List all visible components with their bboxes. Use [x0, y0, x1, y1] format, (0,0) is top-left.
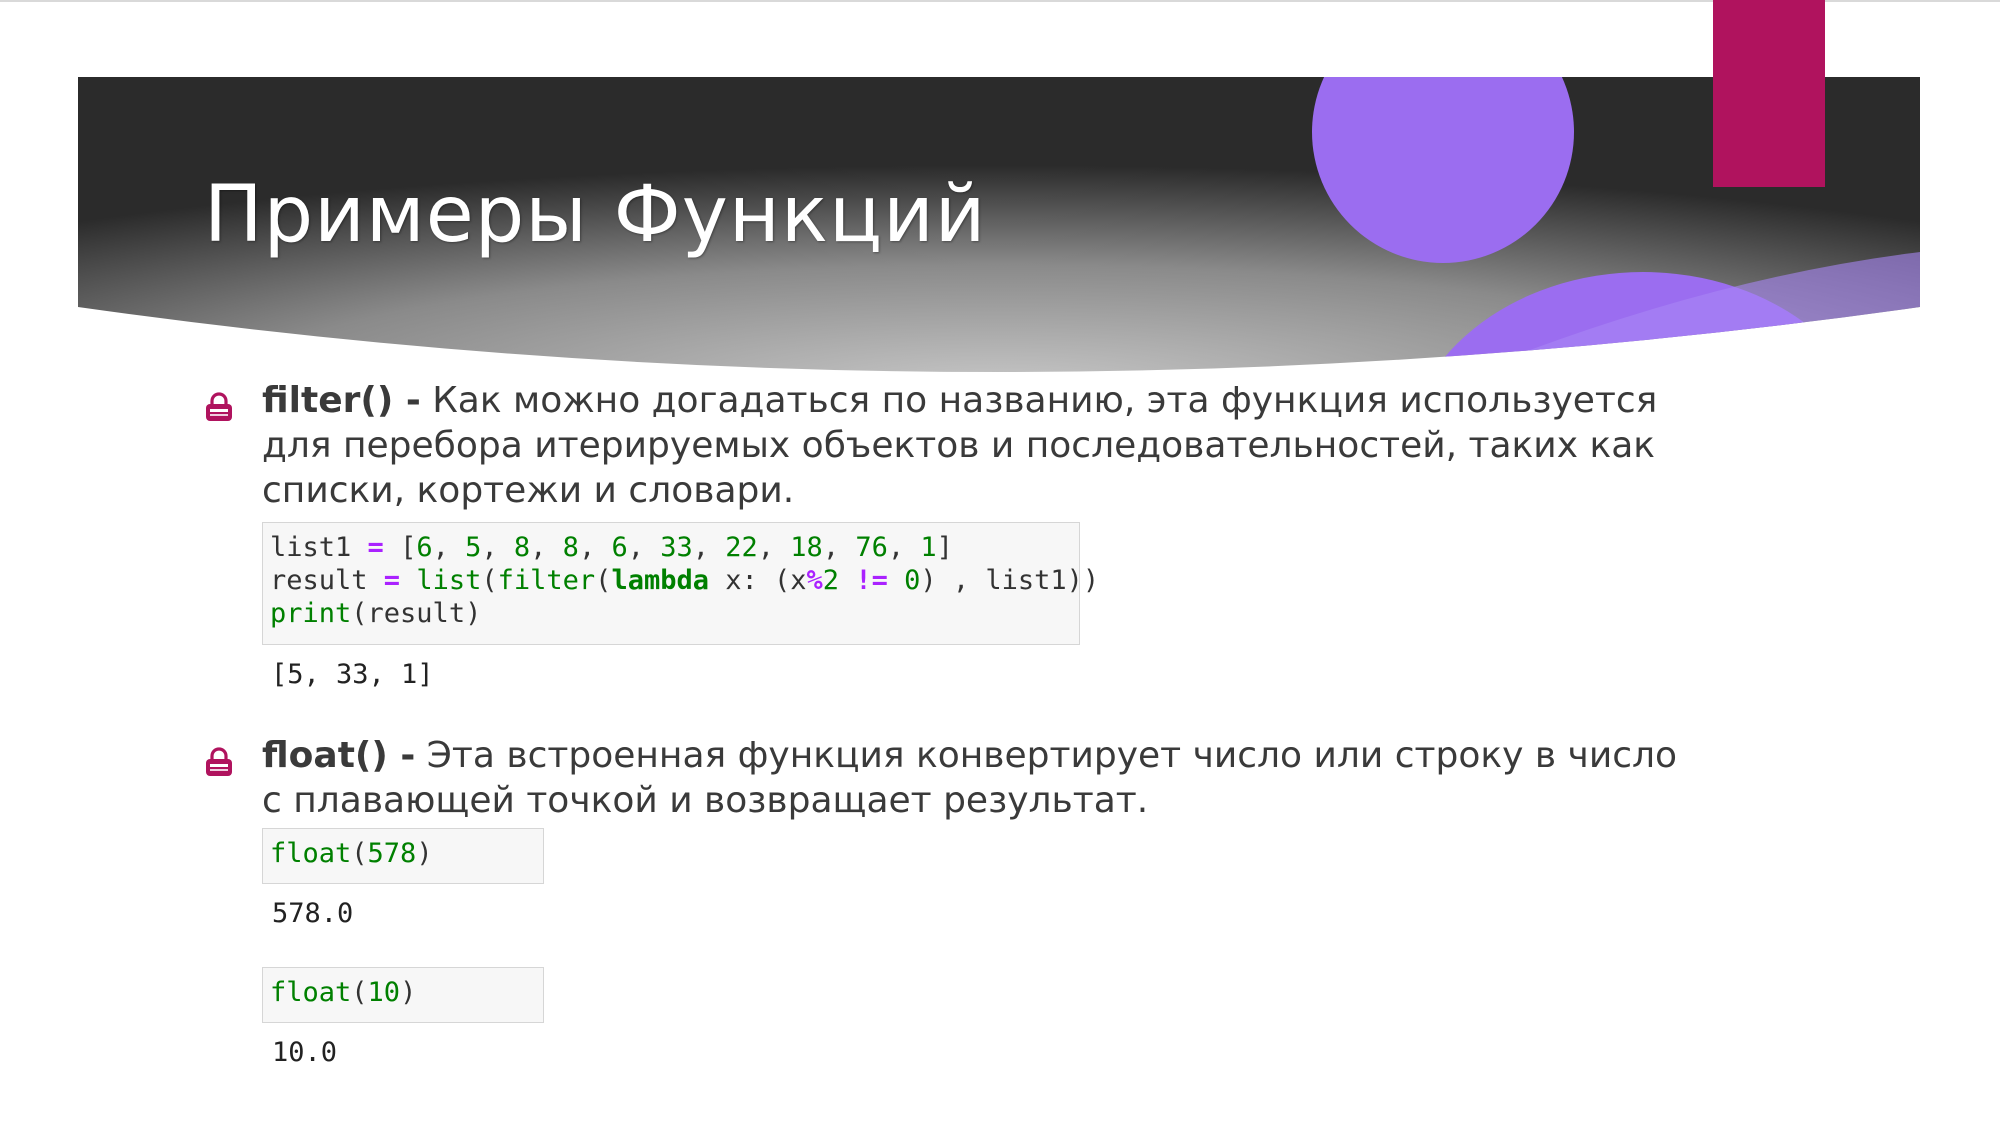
output-float-10: 10.0 — [272, 1037, 338, 1068]
top-rule — [0, 0, 2000, 2]
lock-icon — [203, 746, 235, 778]
bullet-filter: filter() - Как можно догадаться по назва… — [262, 378, 1682, 513]
output-filter: [5, 33, 1] — [271, 659, 434, 690]
code-cell-float-10: float(10) — [262, 967, 544, 1023]
code-line: print(result) — [270, 598, 482, 629]
lock-icon — [203, 391, 235, 423]
bullet-filter-text: Как можно догадаться по названию, эта фу… — [262, 380, 1658, 511]
output-float-578: 578.0 — [272, 898, 354, 929]
bullet-float: float() - Эта встроенная функция конверт… — [262, 733, 1682, 823]
code-cell-float-578: float(578) — [262, 828, 544, 884]
slide-title: Примеры Функций — [204, 170, 987, 260]
code-line: result = list(filter(lambda x: (x%2 != 0… — [270, 565, 1100, 596]
code-line: list1 = [6, 5, 8, 8, 6, 33, 22, 18, 76, … — [270, 532, 953, 563]
keyword-filter: filter() - — [262, 380, 421, 421]
bullet-float-text: Эта встроенная функция конвертирует числ… — [262, 735, 1678, 821]
magenta-accent-bar — [1713, 0, 1825, 187]
keyword-float: float() - — [262, 735, 416, 776]
code-cell-filter: list1 = [6, 5, 8, 8, 6, 33, 22, 18, 76, … — [262, 522, 1100, 645]
